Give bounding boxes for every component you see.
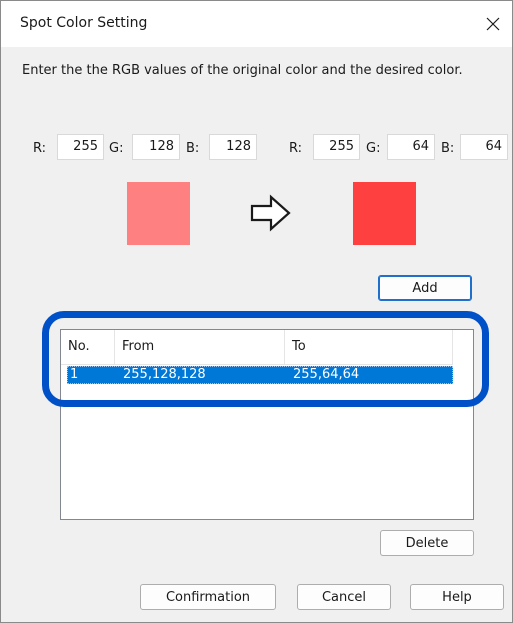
desired-g-input[interactable]: 64 (387, 134, 435, 160)
spot-color-dialog: Spot Color Setting Enter the the RGB val… (0, 0, 513, 623)
row-from: 255,128,128 (123, 367, 206, 382)
close-button[interactable] (478, 9, 508, 39)
desired-r-input[interactable]: 255 (313, 134, 360, 160)
desired-r-label: R: (289, 141, 303, 156)
original-color-swatch (127, 182, 190, 245)
cancel-button[interactable]: Cancel (297, 584, 391, 610)
delete-button[interactable]: Delete (380, 530, 474, 556)
original-g-label: G: (109, 141, 124, 156)
original-r-label: R: (33, 141, 47, 156)
desired-g-label: G: (366, 141, 381, 156)
instruction-text: Enter the the RGB values of the original… (22, 63, 463, 78)
close-icon (486, 17, 500, 31)
arrow-right-icon (249, 193, 293, 237)
column-header-no[interactable]: No. (61, 330, 115, 364)
desired-color-swatch (353, 182, 416, 245)
table-row[interactable]: 1 255,128,128 255,64,64 (67, 366, 453, 384)
add-button[interactable]: Add (378, 275, 472, 301)
desired-b-input[interactable]: 64 (460, 134, 508, 160)
row-to: 255,64,64 (293, 367, 360, 382)
desired-b-label: B: (441, 141, 455, 156)
dialog-title: Spot Color Setting (20, 15, 148, 31)
help-button[interactable]: Help (410, 584, 504, 610)
column-header-from[interactable]: From (115, 330, 285, 364)
original-b-label: B: (186, 141, 200, 156)
original-g-input[interactable]: 128 (132, 134, 180, 160)
confirmation-button[interactable]: Confirmation (140, 584, 276, 610)
list-header: No. From To (61, 330, 453, 365)
original-r-input[interactable]: 255 (57, 134, 104, 160)
original-b-input[interactable]: 128 (209, 134, 257, 160)
title-bar: Spot Color Setting (1, 1, 512, 47)
row-no: 1 (70, 367, 79, 382)
color-mapping-list[interactable]: No. From To 1 255,128,128 255,64,64 (60, 329, 474, 520)
column-header-to[interactable]: To (285, 330, 453, 364)
